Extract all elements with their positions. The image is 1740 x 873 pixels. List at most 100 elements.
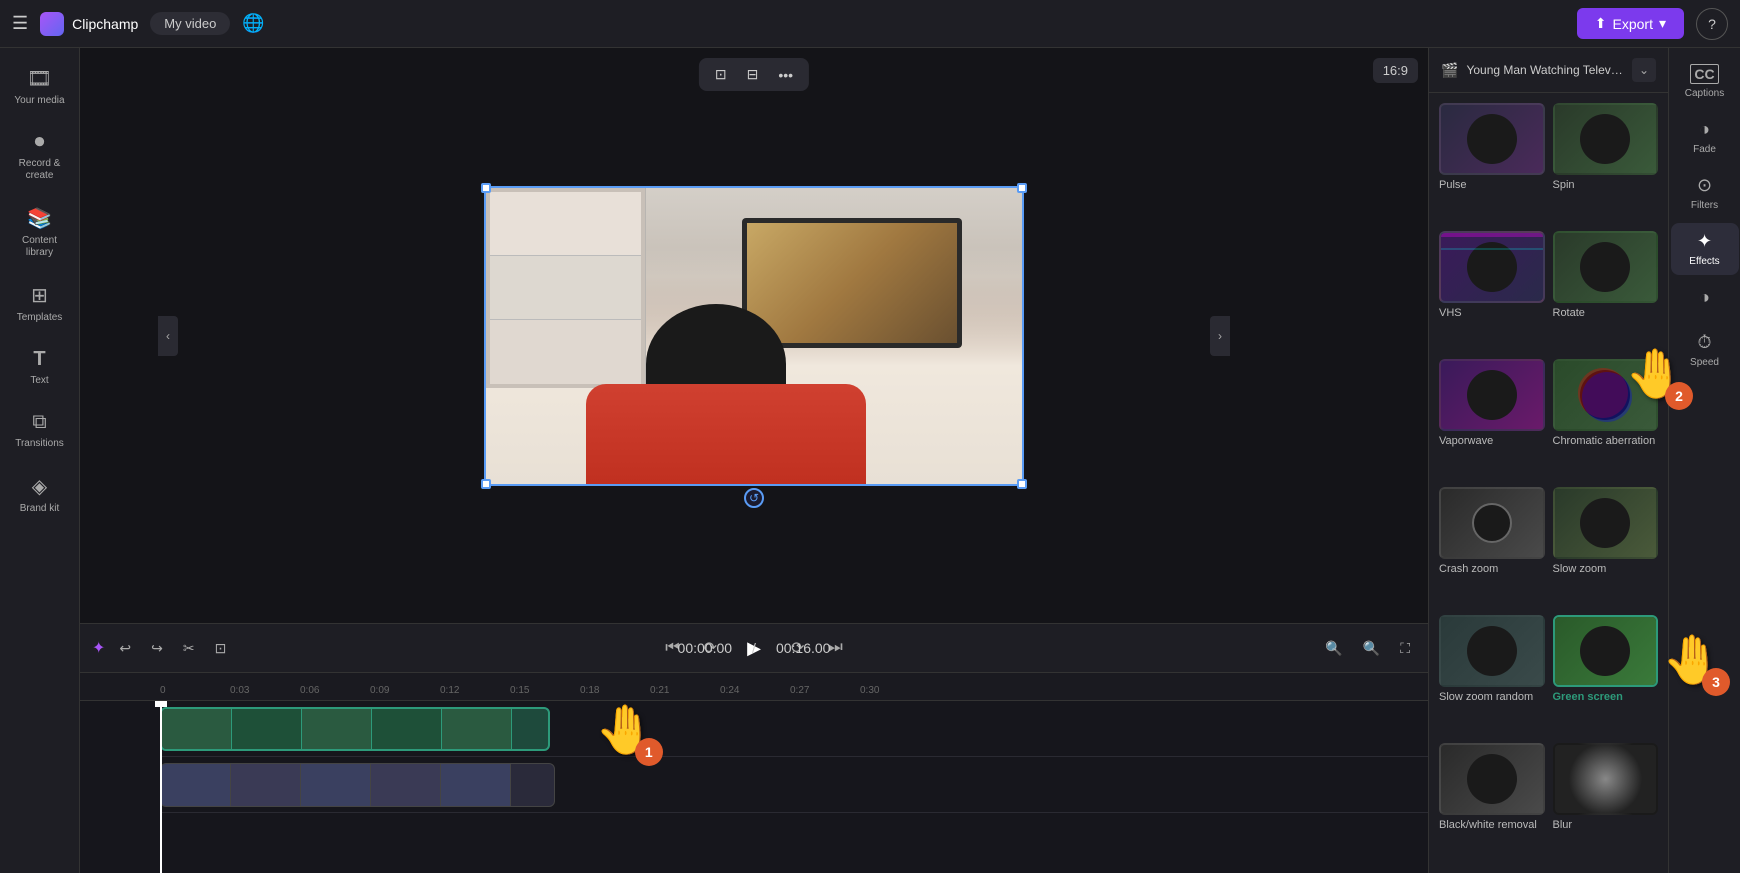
redo-button[interactable]: ↪ — [145, 636, 169, 661]
sub-track — [160, 757, 1428, 813]
collapse-right-button[interactable]: › — [1210, 316, 1230, 356]
effect-green-screen[interactable]: Green screen — [1553, 615, 1659, 735]
effects-grid: Pulse Spin — [1429, 93, 1668, 873]
skip-to-start-button[interactable]: ⏮ — [661, 635, 683, 661]
menu-icon[interactable]: ☰ — [12, 13, 28, 34]
effect-label-vhs: VHS — [1439, 307, 1545, 319]
logo-icon — [40, 12, 64, 36]
fullscreen-button[interactable]: ⛶ — [1394, 636, 1416, 661]
sidebar-item-text[interactable]: T Text — [4, 338, 76, 397]
app-logo: Clipchamp — [40, 12, 138, 36]
effect-label-spin: Spin — [1553, 179, 1659, 191]
collapse-left-button[interactable]: ‹ — [158, 316, 178, 356]
sidebar-label-transitions: Transitions — [15, 438, 64, 450]
export-chevron-icon: ▾ — [1659, 15, 1666, 32]
topbar: ☰ Clipchamp My video 🌐 ⬆ Export ▾ ? — [0, 0, 1740, 48]
effect-vhs[interactable]: VHS — [1439, 231, 1545, 351]
effect-spin[interactable]: Spin — [1553, 103, 1659, 223]
rewind-button[interactable]: ⟳ — [700, 634, 721, 662]
sidebar-item-brand-kit[interactable]: ◈ Brand kit — [4, 464, 76, 525]
effect-slow-zoom-random[interactable]: Slow zoom random — [1439, 615, 1545, 735]
sidebar-item-your-media[interactable]: 🎞 Your media — [4, 56, 76, 117]
play-button[interactable]: ▶ — [737, 631, 771, 665]
crop-tool-button[interactable]: ⊡ — [709, 64, 733, 85]
effect-rotate[interactable]: Rotate — [1553, 231, 1659, 351]
export-button[interactable]: ⬆ Export ▾ — [1577, 8, 1684, 39]
handle-top-left[interactable] — [481, 183, 491, 193]
sidebar-item-record-create[interactable]: ⏺ Record & create — [4, 121, 76, 192]
clip-frames-sub — [161, 764, 511, 806]
effect-thumb-slowzoomrand — [1439, 615, 1545, 687]
effect-pulse[interactable]: Pulse — [1439, 103, 1545, 223]
captions-label: Captions — [1685, 88, 1724, 99]
effect-thumb-vaporwave — [1439, 359, 1545, 431]
sidebar-fade[interactable]: ◑ Fade — [1671, 111, 1739, 163]
split-button[interactable]: ⊡ — [209, 636, 233, 661]
templates-icon: ⊞ — [31, 283, 48, 308]
effect-blur[interactable]: Blur — [1553, 743, 1659, 863]
effect-thumb-crashzoom — [1439, 487, 1545, 559]
main-track-clip[interactable] — [160, 707, 550, 751]
preview-toolbar: ⊡ ⊟ ••• — [699, 58, 809, 91]
sidebar-captions[interactable]: CC Captions — [1671, 56, 1739, 107]
right-panel: 🎬 Young Man Watching Television... ⌄ Pul… — [1428, 48, 1668, 873]
right-panel-header: 🎬 Young Man Watching Television... ⌄ — [1429, 48, 1668, 93]
clip-frame-3 — [302, 709, 372, 749]
cut-button[interactable]: ✂ — [177, 636, 201, 661]
fit-tool-button[interactable]: ⊟ — [741, 64, 765, 85]
sidebar-label-content-library: Content library — [10, 235, 70, 259]
help-button[interactable]: ? — [1696, 8, 1728, 40]
effect-chromatic-aberration[interactable]: Chromatic aberration — [1553, 359, 1659, 479]
zoom-in-button[interactable]: 🔍 — [1357, 636, 1386, 661]
handle-bottom-right[interactable] — [1017, 479, 1027, 489]
left-sidebar: 🎞 Your media ⏺ Record & create 📚 Content… — [0, 48, 80, 873]
effects-label: Effects — [1689, 256, 1719, 267]
sidebar-filters[interactable]: ⊙ Filters — [1671, 167, 1739, 219]
sidebar-item-templates[interactable]: ⊞ Templates — [4, 273, 76, 334]
effect-slow-zoom[interactable]: Slow zoom — [1553, 487, 1659, 607]
effect-crash-zoom[interactable]: Crash zoom — [1439, 487, 1545, 607]
playback-controls: ✦ ↩ ↪ ✂ ⊡ ⏮ ⟳ ▶ ⟳ ⏭ 00:00.00 / 00:16.00 … — [80, 623, 1428, 673]
ruler-marks: 0 0:03 0:06 0:09 0:12 0:15 0:18 0:21 0:2… — [160, 685, 930, 696]
effect-thumb-rotate — [1553, 231, 1659, 303]
video-frame[interactable]: ↺ — [484, 186, 1024, 486]
effect-vaporwave[interactable]: Vaporwave — [1439, 359, 1545, 479]
effect-label-crash-zoom: Crash zoom — [1439, 563, 1545, 575]
fast-forward-button[interactable]: ⟳ — [787, 634, 808, 662]
aspect-ratio-button[interactable]: 16:9 — [1373, 58, 1418, 83]
effect-label-chromatic: Chromatic aberration — [1553, 435, 1659, 447]
effect-label-pulse: Pulse — [1439, 179, 1545, 191]
video-tab[interactable]: My video — [150, 12, 230, 35]
rotate-handle[interactable]: ↺ — [744, 488, 764, 508]
magic-tool-button[interactable]: ✦ — [92, 638, 105, 658]
zoom-out-button[interactable]: 🔍 — [1319, 636, 1348, 661]
video-file-title: Young Man Watching Television... — [1466, 63, 1624, 77]
sidebar-speed[interactable]: ⏱ Speed — [1671, 324, 1739, 376]
effect-label-slow-zoom-random: Slow zoom random — [1439, 691, 1545, 703]
video-file-icon: 🎬 — [1441, 62, 1458, 79]
effect-bw-removal[interactable]: Black/white removal — [1439, 743, 1545, 863]
timeline-ruler: 0 0:03 0:06 0:09 0:12 0:15 0:18 0:21 0:2… — [80, 673, 1428, 701]
clip-frames-main — [162, 709, 512, 749]
skip-to-end-button[interactable]: ⏭ — [824, 635, 846, 661]
effect-thumb-bwremoval — [1439, 743, 1545, 815]
handle-top-right[interactable] — [1017, 183, 1027, 193]
sidebar-effects[interactable]: ✦ Effects — [1671, 223, 1739, 275]
playback-center-controls: ⏮ ⟳ ▶ ⟳ ⏭ — [661, 631, 847, 665]
sidebar-adjust[interactable]: ◑ — [1671, 279, 1739, 320]
sidebar-item-content-library[interactable]: 📚 Content library — [4, 196, 76, 269]
cursor-head — [155, 701, 167, 707]
undo-button[interactable]: ↩ — [113, 636, 137, 661]
sub-track-clip[interactable] — [160, 763, 555, 807]
ruler-mark-12: 0:12 — [440, 685, 510, 696]
export-icon: ⬆ — [1595, 15, 1607, 32]
handle-bottom-left[interactable] — [481, 479, 491, 489]
more-tool-button[interactable]: ••• — [772, 64, 799, 85]
sidebar-label-record-create: Record & create — [10, 158, 70, 182]
sidebar-item-transitions[interactable]: ⧉ Transitions — [4, 401, 76, 460]
timeline-cursor[interactable] — [160, 701, 162, 873]
panel-expand-button[interactable]: ⌄ — [1632, 58, 1656, 82]
center-area: ⊡ ⊟ ••• 16:9 ‹ › — [80, 48, 1428, 873]
brand-kit-icon: ◈ — [32, 474, 47, 499]
timeline-area: 0 0:03 0:06 0:09 0:12 0:15 0:18 0:21 0:2… — [80, 673, 1428, 873]
